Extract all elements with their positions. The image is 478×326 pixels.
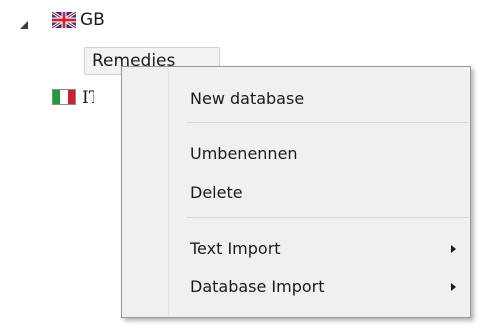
menu-item-label: Delete — [190, 183, 243, 202]
tree-item-gb-label[interactable]: GB — [80, 9, 105, 31]
menu-item-text-import[interactable]: Text Import — [124, 231, 468, 267]
menu-item-delete[interactable]: Delete — [124, 175, 468, 211]
submenu-arrow-icon — [451, 283, 456, 291]
menu-separator — [187, 217, 469, 218]
menu-item-label: Database Import — [190, 277, 325, 296]
uk-flag-icon — [52, 12, 76, 28]
menu-separator — [187, 122, 469, 123]
expand-collapse-icon[interactable] — [20, 21, 28, 29]
context-menu: New database Umbenennen Delete Text Impo… — [121, 66, 471, 318]
menu-item-label: Text Import — [190, 239, 281, 258]
menu-item-label: Umbenennen — [190, 144, 298, 163]
submenu-arrow-icon — [451, 245, 456, 253]
menu-item-database-import[interactable]: Database Import — [124, 269, 468, 305]
menu-item-new-database[interactable]: New database — [124, 81, 468, 117]
tree-view: GB Remedies IT New database Umbenennen D… — [0, 0, 478, 326]
menu-item-rename[interactable]: Umbenennen — [124, 136, 468, 172]
tree-item-it-label[interactable]: IT — [82, 87, 94, 109]
menu-item-label: New database — [190, 89, 305, 108]
italy-flag-icon — [52, 89, 76, 105]
